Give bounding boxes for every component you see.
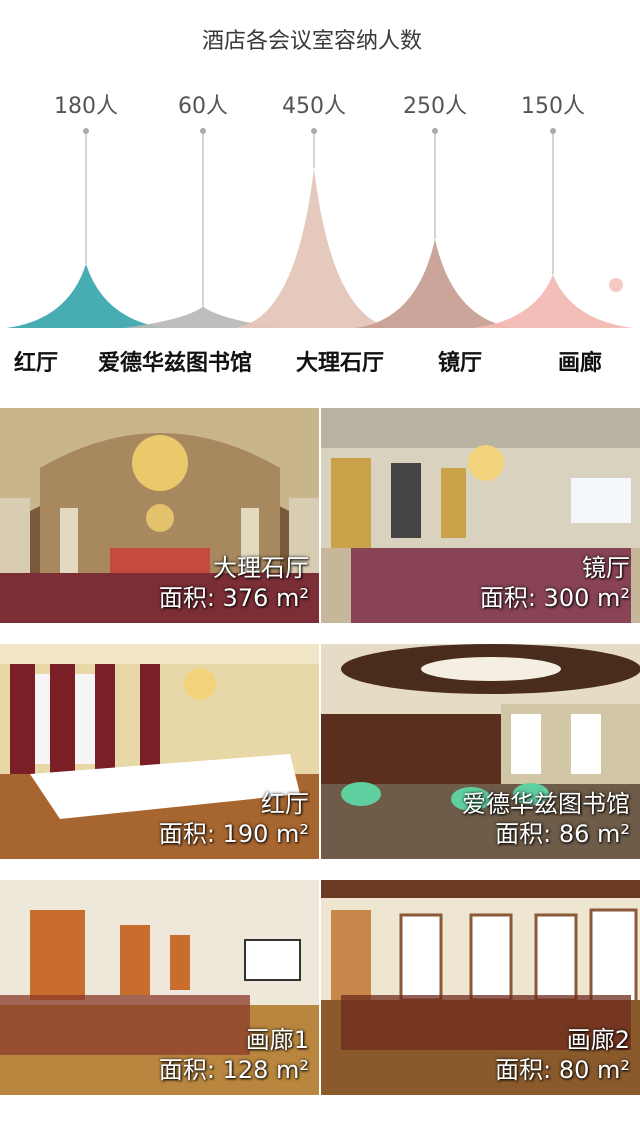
photo-red-hall: 红厅 面积: 190 m² bbox=[0, 644, 319, 859]
photo-room-area: 面积: 80 m² bbox=[495, 1056, 630, 1084]
peak-4 bbox=[355, 239, 515, 328]
photo-room-area: 面积: 86 m² bbox=[495, 820, 630, 848]
photo-room-name: 画廊2 bbox=[566, 1026, 630, 1054]
chart-title: 酒店各会议室容纳人数 bbox=[202, 29, 422, 54]
leader-dot-4 bbox=[432, 128, 438, 134]
category-label-1: 红厅 bbox=[14, 350, 58, 376]
value-label-4: 250人 bbox=[403, 94, 467, 119]
photo-mirror-hall: 镜厅 面积: 300 m² bbox=[321, 408, 640, 623]
photo-room-name: 红厅 bbox=[261, 790, 309, 818]
leader-dot-5 bbox=[550, 128, 556, 134]
decorative-dot bbox=[609, 278, 623, 292]
photo-room-area: 面积: 190 m² bbox=[158, 820, 309, 848]
photo-room-name: 大理石厅 bbox=[213, 554, 309, 582]
photo-marble-hall: 大理石厅 面积: 376 m² bbox=[0, 408, 319, 623]
photo-room-area: 面积: 300 m² bbox=[479, 584, 630, 612]
peak-1 bbox=[6, 264, 166, 328]
photo-room-name: 爱德华兹图书馆 bbox=[462, 790, 630, 818]
value-label-1: 180人 bbox=[54, 94, 118, 119]
leader-dot-1 bbox=[83, 128, 89, 134]
peak-3 bbox=[234, 168, 394, 328]
category-label-4: 镜厅 bbox=[438, 350, 482, 376]
peak-series bbox=[6, 128, 633, 328]
photo-gallery-1: 画廊1 面积: 128 m² bbox=[0, 880, 319, 1095]
photo-room-area: 面积: 128 m² bbox=[158, 1056, 309, 1084]
value-label-3: 450人 bbox=[282, 94, 346, 119]
leader-dot-3 bbox=[311, 128, 317, 134]
photo-room-name: 镜厅 bbox=[582, 554, 630, 582]
photo-room-name: 画廊1 bbox=[245, 1026, 309, 1054]
photo-gallery-2: 画廊2 面积: 80 m² bbox=[321, 880, 640, 1095]
peak-5 bbox=[473, 274, 633, 328]
capacity-chart: 酒店各会议室容纳人数 180人 60人 450人 250人 150人红厅 爱德华兹图书馆 大… bbox=[6, 29, 633, 376]
photo-room-area: 面积: 376 m² bbox=[158, 584, 309, 612]
category-label-3: 大理石厅 bbox=[296, 351, 384, 376]
category-label-2: 爱德华兹图书馆 bbox=[98, 350, 252, 376]
leader-dot-2 bbox=[200, 128, 206, 134]
photo-library: 爱德华兹图书馆 面积: 86 m² bbox=[321, 644, 640, 859]
value-label-5: 150人 bbox=[521, 94, 585, 119]
value-label-2: 60人 bbox=[178, 94, 228, 119]
category-label-5: 画廊 bbox=[558, 350, 602, 376]
